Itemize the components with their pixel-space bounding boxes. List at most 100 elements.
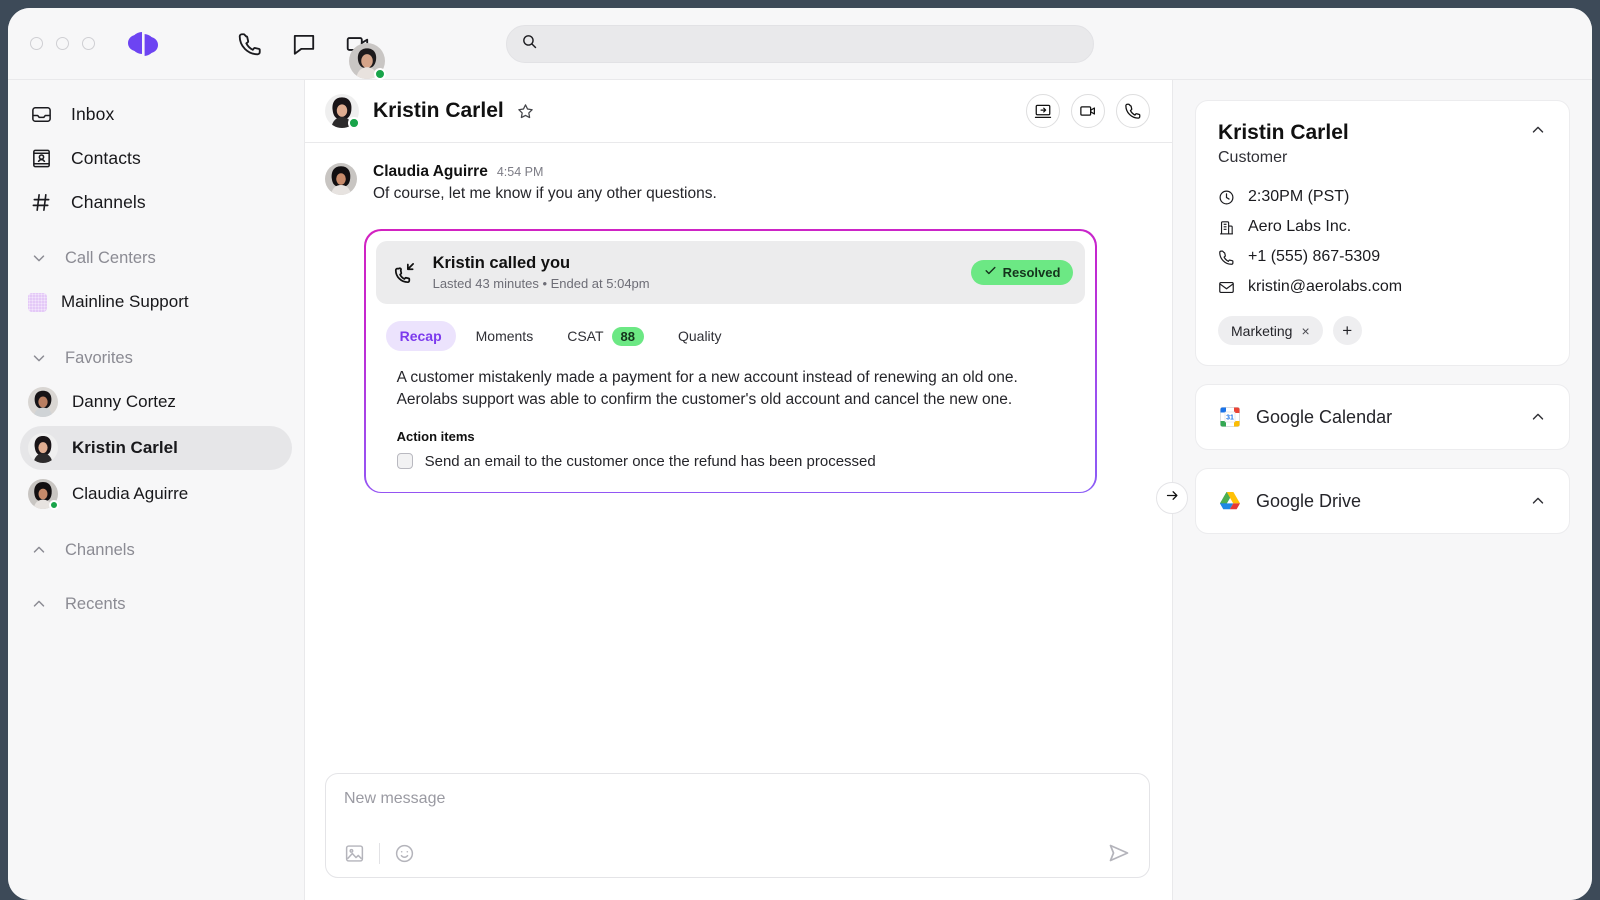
sidebar-section-label: Call Centers	[65, 248, 156, 267]
clock-icon	[1218, 189, 1235, 206]
sidebar-item-label: Contacts	[71, 147, 141, 168]
sidebar-item-label: Danny Cortez	[72, 392, 176, 411]
contact-role: Customer	[1218, 149, 1288, 166]
conversation-header: Kristin Carlel	[305, 80, 1172, 143]
sidebar-item-mainline-support[interactable]: Mainline Support	[20, 280, 292, 324]
sidebar-section-label: Recents	[65, 594, 126, 613]
star-outline-icon[interactable]	[516, 102, 535, 121]
call-recap-title: Kristin called you	[432, 253, 571, 272]
incoming-call-icon	[393, 261, 416, 284]
window-traffic-lights	[30, 37, 95, 50]
collapse-right-panel-button[interactable]	[1156, 482, 1188, 514]
message-author: Claudia Aguirre	[373, 163, 488, 180]
app-window: Inbox Contacts Channels Call Centers Mai…	[8, 8, 1592, 900]
image-attach-icon[interactable]	[344, 843, 365, 864]
chevron-up-icon	[30, 541, 48, 559]
call-recap-summary: A customer mistakenly made a payment for…	[397, 367, 1086, 411]
message-item: Claudia Aguirre 4:54 PM Of course, let m…	[325, 163, 1150, 203]
sidebar-item-contacts[interactable]: Contacts	[20, 136, 292, 180]
detail-email: kristin@aerolabs.com	[1218, 278, 1547, 296]
conversation-pane: Kristin Carlel Claudia Aguirre 4:54 PM O…	[305, 80, 1188, 900]
chevron-up-icon[interactable]	[1529, 121, 1547, 139]
tab-quality[interactable]: Quality	[664, 321, 736, 351]
send-icon[interactable]	[1107, 841, 1131, 865]
user-avatar[interactable]	[349, 43, 386, 80]
details-panel: Kristin Carlel Customer 2:30PM (PST) Aer…	[1172, 80, 1592, 900]
tab-moments[interactable]: Moments	[462, 321, 548, 351]
call-recap-card: Kristin called you Lasted 43 minutes • E…	[364, 229, 1097, 494]
minimize-window-button[interactable]	[56, 37, 69, 50]
page-title: Kristin Carlel	[373, 99, 504, 122]
search-icon	[521, 33, 538, 55]
sidebar-item-claudia-aguirre[interactable]: Claudia Aguirre	[20, 472, 292, 516]
search-input[interactable]	[548, 35, 1079, 52]
chevron-up-icon[interactable]	[1529, 492, 1547, 510]
online-status-dot	[373, 67, 386, 80]
integration-google-calendar[interactable]: 31 Google Calendar	[1195, 384, 1570, 450]
screen-share-button[interactable]	[1026, 94, 1060, 128]
tab-recap[interactable]: Recap	[385, 321, 456, 352]
composer-placeholder[interactable]: New message	[344, 790, 1131, 808]
tab-csat[interactable]: CSAT 88	[553, 320, 658, 353]
action-items-heading: Action items	[396, 428, 475, 444]
chevron-down-icon	[30, 349, 48, 367]
detail-local-time: 2:30PM (PST)	[1218, 188, 1547, 206]
sidebar-section-favorites[interactable]: Favorites	[20, 338, 292, 378]
message-list: Claudia Aguirre 4:54 PM Of course, let m…	[305, 143, 1172, 773]
dialpad-logo[interactable]	[125, 28, 161, 60]
sidebar-item-label: Claudia Aguirre	[72, 484, 189, 503]
contact-details: 2:30PM (PST) Aero Labs Inc. +1 (555) 867…	[1218, 188, 1547, 296]
global-search[interactable]	[506, 24, 1094, 63]
action-item-label: Send an email to the customer once the r…	[424, 452, 876, 470]
sidebar: Inbox Contacts Channels Call Centers Mai…	[8, 80, 305, 900]
sidebar-section-recents[interactable]: Recents	[20, 584, 292, 624]
emoji-icon[interactable]	[394, 843, 415, 864]
action-item-checkbox[interactable]	[396, 453, 413, 470]
online-status-dot	[48, 499, 59, 510]
detail-phone: +1 (555) 867-5309	[1218, 248, 1547, 266]
phone-icon	[1218, 249, 1235, 266]
top-bar	[8, 8, 1592, 80]
avatar	[28, 387, 58, 417]
tab-label: Moments	[475, 328, 534, 345]
conversation-actions	[1026, 94, 1150, 128]
mail-icon	[1218, 279, 1235, 296]
avatar-image	[325, 163, 357, 195]
sidebar-item-label: Inbox	[71, 103, 115, 124]
sidebar-section-channels[interactable]: Channels	[20, 530, 292, 570]
sidebar-item-kristin-carlel[interactable]: Kristin Carlel	[20, 426, 292, 470]
integration-google-drive[interactable]: Google Drive	[1195, 468, 1570, 534]
sidebar-section-label: Channels	[65, 540, 135, 559]
summary-line-2: Aerolabs support was able to confirm the…	[396, 390, 1013, 408]
status-badge[interactable]: Resolved	[970, 259, 1074, 285]
online-status-dot	[348, 117, 360, 129]
phone-call-button[interactable]	[1116, 94, 1150, 128]
summary-line-1: A customer mistakenly made a payment for…	[396, 368, 1018, 386]
chevron-up-icon[interactable]	[1529, 408, 1547, 426]
detail-value: kristin@aerolabs.com	[1248, 278, 1403, 295]
tag-marketing[interactable]: Marketing ×	[1218, 316, 1323, 345]
message-timestamp: 4:54 PM	[496, 165, 544, 179]
call-recap-header: Kristin called you Lasted 43 minutes • E…	[375, 240, 1086, 304]
remove-tag-icon[interactable]: ×	[1301, 323, 1309, 339]
chat-icon[interactable]	[291, 31, 317, 57]
sidebar-item-label: Mainline Support	[61, 292, 189, 311]
sidebar-item-channels[interactable]: Channels	[20, 180, 292, 224]
sidebar-item-inbox[interactable]: Inbox	[20, 92, 292, 136]
sidebar-item-danny-cortez[interactable]: Danny Cortez	[20, 380, 292, 424]
message-text: Of course, let me know if you any other …	[373, 185, 717, 202]
composer-tools	[344, 841, 1131, 865]
arrow-right-icon	[1165, 488, 1180, 508]
maximize-window-button[interactable]	[82, 37, 95, 50]
call-center-swatch-icon	[28, 292, 47, 312]
sidebar-item-label: Channels	[71, 191, 146, 212]
phone-icon[interactable]	[237, 31, 263, 57]
sidebar-section-call-centers[interactable]: Call Centers	[20, 238, 292, 278]
google-drive-icon	[1218, 489, 1242, 513]
call-recap-tabs: Recap Moments CSAT 88 Quality	[385, 320, 1086, 353]
message-composer[interactable]: New message	[325, 773, 1150, 878]
avatar-image	[28, 433, 58, 463]
close-window-button[interactable]	[30, 37, 43, 50]
video-call-button[interactable]	[1071, 94, 1105, 128]
add-tag-button[interactable]: +	[1332, 316, 1362, 345]
